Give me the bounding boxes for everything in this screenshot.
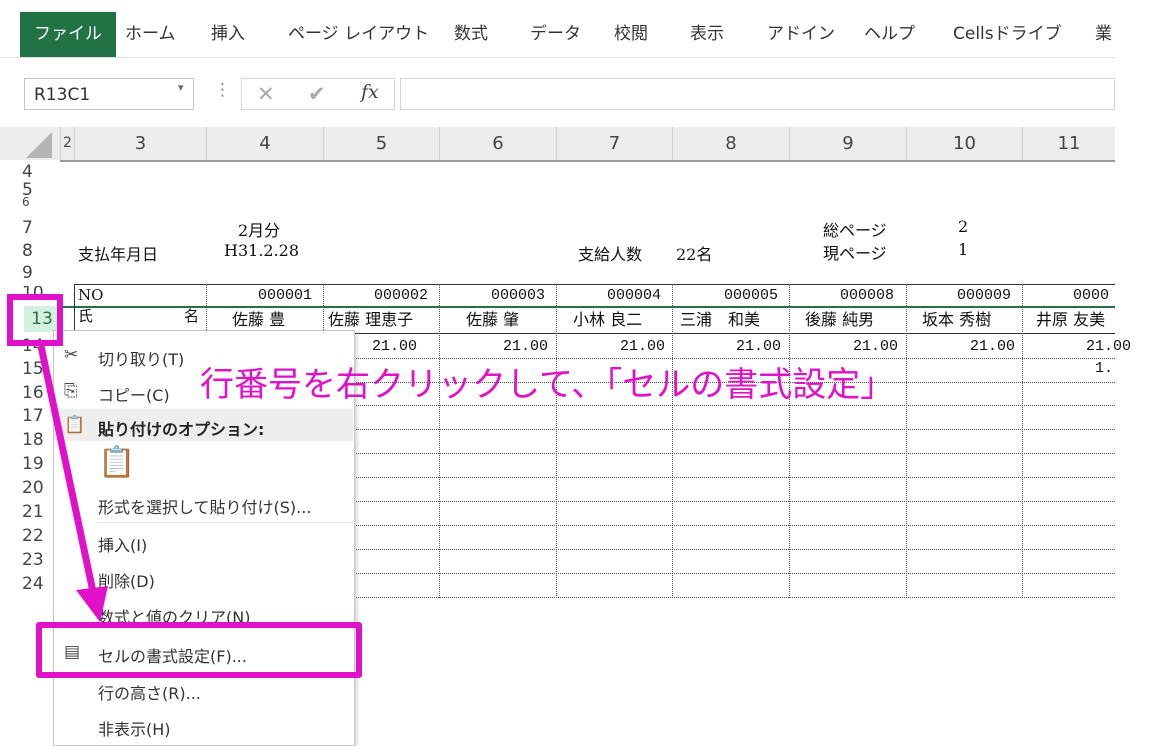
- arrow-head: [76, 586, 108, 622]
- arrow-icon: [37, 345, 108, 622]
- arrow-shaft: [37, 345, 100, 607]
